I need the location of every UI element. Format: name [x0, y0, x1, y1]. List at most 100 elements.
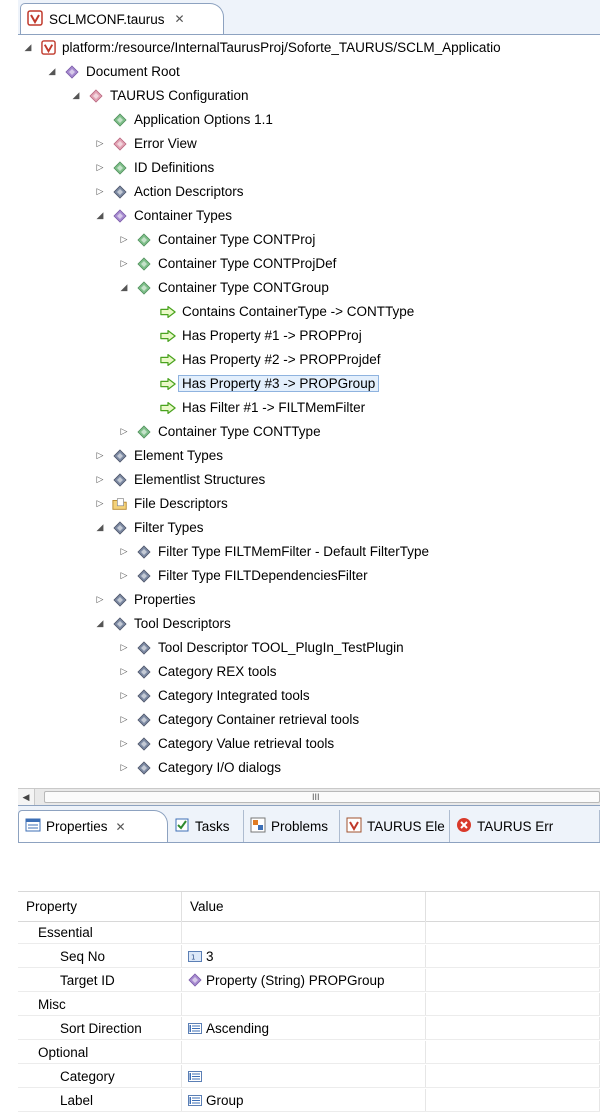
tree-item[interactable]: ◢ platform:/resource/InternalTaurusProj/S…	[18, 36, 600, 59]
tree-item[interactable]: ◢ Container Type CONTGroup	[18, 276, 600, 299]
property-value-cell[interactable]: Ascending	[182, 1017, 426, 1039]
tree-item-label: TAURUS Configuration	[110, 88, 249, 103]
collapsed-twisty-icon[interactable]: ▷	[94, 162, 106, 173]
tree-item[interactable]: ▷ Element Types	[18, 444, 600, 467]
property-value-cell[interactable]: Property (String) PROPGroup	[182, 969, 426, 991]
tree-item[interactable]: ▷ Filter Type FILTMemFilter - Default Fil…	[18, 540, 600, 563]
tree-item[interactable]: ◢ TAURUS Configuration	[18, 84, 600, 107]
editor-tab-sclmconf[interactable]: SCLMCONF.taurus ✕	[20, 3, 224, 34]
diamond-purple-icon	[188, 973, 202, 987]
property-row[interactable]: Sort Direction Ascending	[18, 1017, 600, 1040]
property-category-row[interactable]: Essential	[18, 921, 600, 944]
tree-item[interactable]: ▷ Category Integrated tools	[18, 684, 600, 707]
property-category-row[interactable]: Misc	[18, 993, 600, 1016]
property-name: Seq No	[18, 945, 182, 967]
collapsed-twisty-icon[interactable]: ▷	[94, 594, 106, 605]
tree-item[interactable]: ▷ Category I/O dialogs	[18, 756, 600, 779]
tree-item[interactable]: ◢ Container Types	[18, 204, 600, 227]
close-icon[interactable]: ✕	[116, 820, 126, 834]
collapsed-twisty-icon[interactable]: ▷	[94, 186, 106, 197]
view-tab-properties[interactable]: Properties ✕	[18, 810, 168, 842]
collapsed-twisty-icon[interactable]: ▷	[118, 642, 130, 653]
tree-item[interactable]: ▷ Elementlist Structures	[18, 468, 600, 491]
value-column-header[interactable]: Value	[182, 892, 426, 921]
tree-item[interactable]: ▷ Container Type CONTProjDef	[18, 252, 600, 275]
property-value-cell[interactable]	[182, 1065, 426, 1087]
tree-item[interactable]: ◢ Document Root	[18, 60, 600, 83]
tree-item[interactable]: ▷ Properties	[18, 588, 600, 611]
view-tab-problems[interactable]: Problems	[244, 810, 340, 842]
property-row[interactable]: Category	[18, 1065, 600, 1088]
expanded-twisty-icon[interactable]: ◢	[46, 66, 58, 77]
tree-item[interactable]: ▷ Filter Type FILTDependenciesFilter	[18, 564, 600, 587]
close-icon[interactable]: ✕	[175, 12, 185, 26]
tree-item-label: Element Types	[134, 448, 224, 463]
eclipse-workbench: SCLMCONF.taurus ✕ ◢ platform:/resource/In…	[18, 0, 600, 1114]
tree-item[interactable]: Has Property #1 -> PROPProj	[18, 324, 600, 347]
tree-item[interactable]: ▷ Category Container retrieval tools	[18, 708, 600, 731]
diamond-green-icon	[136, 256, 152, 272]
tree-item[interactable]: ▷ Category REX tools	[18, 660, 600, 683]
property-row[interactable]: Label Group	[18, 1089, 600, 1112]
diamond-dark-icon	[136, 712, 152, 728]
tree-item[interactable]: Contains ContainerType -> CONTType	[18, 300, 600, 323]
property-column-header[interactable]: Property	[18, 892, 182, 921]
collapsed-twisty-icon[interactable]: ▷	[118, 258, 130, 269]
tree-item[interactable]: Has Property #3 -> PROPGroup	[18, 372, 600, 395]
property-extra-cell	[426, 969, 600, 991]
property-value-cell[interactable]: 13	[182, 945, 426, 967]
collapsed-twisty-icon[interactable]: ▷	[94, 498, 106, 509]
tree-item[interactable]: ▷ File Descriptors	[18, 492, 600, 515]
expanded-twisty-icon[interactable]: ◢	[94, 618, 106, 629]
view-tab-tasks[interactable]: Tasks	[168, 810, 244, 842]
collapsed-twisty-icon[interactable]: ▷	[118, 546, 130, 557]
property-row[interactable]: Target ID Property (String) PROPGroup	[18, 969, 600, 992]
arrow-right-icon	[160, 376, 176, 392]
collapsed-twisty-icon[interactable]: ▷	[118, 570, 130, 581]
collapsed-twisty-icon[interactable]: ▷	[118, 426, 130, 437]
tree-item[interactable]: ▷ Container Type CONTProj	[18, 228, 600, 251]
expanded-twisty-icon[interactable]: ◢	[118, 282, 130, 293]
collapsed-twisty-icon[interactable]: ▷	[118, 690, 130, 701]
tree-item[interactable]: ▷ Container Type CONTType	[18, 420, 600, 443]
collapsed-twisty-icon[interactable]: ▷	[118, 234, 130, 245]
tree-item[interactable]: ▷ Error View	[18, 132, 600, 155]
collapsed-twisty-icon[interactable]: ▷	[94, 474, 106, 485]
tree-item[interactable]: Application Options 1.1	[18, 108, 600, 131]
diamond-dark-icon	[112, 184, 128, 200]
tree-item[interactable]: ▷ ID Definitions	[18, 156, 600, 179]
collapsed-twisty-icon[interactable]: ▷	[118, 666, 130, 677]
collapsed-twisty-icon[interactable]: ▷	[94, 450, 106, 461]
tree-item[interactable]: Has Filter #1 -> FILTMemFilter	[18, 396, 600, 419]
scroll-left-icon[interactable]: ◀	[18, 789, 35, 805]
tree-item-label: Category Integrated tools	[158, 688, 310, 703]
tree-item[interactable]: ▷ Tool Descriptor TOOL_PlugIn_TestPlugin	[18, 636, 600, 659]
property-extra-cell	[426, 1065, 600, 1087]
property-value: Group	[206, 1092, 244, 1108]
collapsed-twisty-icon[interactable]: ▷	[94, 138, 106, 149]
expanded-twisty-icon[interactable]: ◢	[94, 210, 106, 221]
property-value-cell[interactable]: Group	[182, 1089, 426, 1111]
view-tab-label: Tasks	[195, 818, 230, 834]
expanded-twisty-icon[interactable]: ◢	[94, 522, 106, 533]
tree-item[interactable]: ◢ Tool Descriptors	[18, 612, 600, 635]
scroll-thumb[interactable]: III	[44, 791, 600, 803]
property-row[interactable]: Seq No 1 3	[18, 945, 600, 968]
tree-item[interactable]: Has Property #2 -> PROPProjdef	[18, 348, 600, 371]
tree-item[interactable]: ◢ Filter Types	[18, 516, 600, 539]
collapsed-twisty-icon[interactable]: ▷	[118, 762, 130, 773]
tree-item[interactable]: ▷ Action Descriptors	[18, 180, 600, 203]
expanded-twisty-icon[interactable]: ◢	[22, 42, 34, 53]
collapsed-twisty-icon[interactable]: ▷	[118, 738, 130, 749]
resource-icon	[40, 40, 56, 56]
property-category-row[interactable]: Optional	[18, 1041, 600, 1064]
horizontal-scrollbar[interactable]: ◀ III	[18, 788, 600, 806]
view-tab-taurus-ele[interactable]: TAURUS Ele	[340, 810, 450, 842]
expanded-twisty-icon[interactable]: ◢	[70, 90, 82, 101]
extra-column-header	[426, 892, 600, 921]
collapsed-twisty-icon[interactable]: ▷	[118, 714, 130, 725]
property-name: Misc	[18, 993, 182, 1015]
tree-item[interactable]: ▷ Category Value retrieval tools	[18, 732, 600, 755]
view-tab-taurus-err[interactable]: TAURUS Err	[450, 810, 600, 842]
diamond-dark-icon	[112, 592, 128, 608]
